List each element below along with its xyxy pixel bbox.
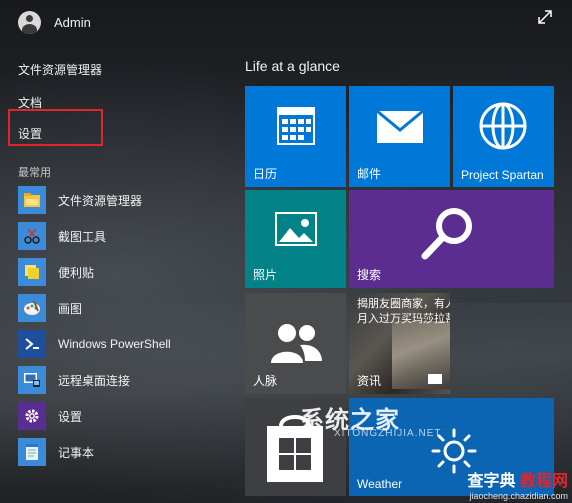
- tile-label: 照片: [253, 268, 278, 282]
- brand-sub: 教程网: [519, 473, 568, 490]
- app-settings[interactable]: 设置: [18, 401, 82, 431]
- app-notepad[interactable]: 记事本: [18, 437, 94, 467]
- app-label: 便利贴: [58, 265, 95, 280]
- tile-label: 邮件: [357, 167, 382, 181]
- brand-url: jiaocheng.chazidian.com: [469, 491, 568, 501]
- notepad-icon: [18, 438, 46, 466]
- expand-icon[interactable]: [536, 8, 554, 26]
- app-label: 远程桌面连接: [58, 373, 131, 388]
- tile-calendar[interactable]: 日历: [245, 86, 346, 187]
- settings-highlight-box: [8, 109, 103, 146]
- app-label: 记事本: [58, 445, 95, 460]
- tile-news[interactable]: 揭朋友圈商家，有人月入过万买玛莎拉蒂 资讯: [349, 293, 450, 394]
- app-label: 画图: [58, 301, 83, 316]
- globe-icon: [479, 102, 527, 150]
- paint-icon: [18, 294, 46, 322]
- most-used-heading: 最常用: [18, 167, 51, 179]
- tile-label: Project Spartan: [461, 168, 544, 182]
- app-label: 截图工具: [58, 229, 107, 244]
- tile-label: 资讯: [357, 374, 382, 388]
- remote-desktop-icon: [18, 366, 46, 394]
- gear-icon: [18, 402, 46, 430]
- tile-photos[interactable]: 照片: [245, 190, 346, 288]
- app-sticky-notes[interactable]: 便利贴: [18, 257, 94, 287]
- tile-label: 人脉: [253, 374, 278, 388]
- snipping-tool-icon: [18, 222, 46, 250]
- brand-watermark: 查字典 教程网 jiaocheng.chazidian.com: [468, 467, 568, 501]
- powershell-icon: [18, 330, 46, 358]
- app-label: Windows PowerShell: [58, 337, 171, 351]
- place-file-explorer[interactable]: 文件资源管理器: [18, 61, 102, 78]
- user-name: Admin: [54, 14, 91, 30]
- user-avatar-icon: [18, 10, 41, 34]
- tile-people[interactable]: 人脉: [245, 293, 346, 394]
- tile-group-title: Life at a glance: [245, 58, 340, 74]
- app-file-explorer[interactable]: 文件资源管理器: [18, 185, 142, 215]
- news-headline: 揭朋友圈商家，有人月入过万买玛莎拉蒂: [357, 298, 450, 325]
- app-remote-desktop[interactable]: 远程桌面连接: [18, 365, 130, 395]
- file-explorer-icon: [18, 186, 46, 214]
- app-snipping-tool[interactable]: 截图工具: [18, 221, 106, 251]
- brand-name: 查字典: [467, 473, 516, 490]
- calendar-icon: [277, 107, 315, 145]
- watermark-subtitle: XITONGZHIJIA.NET: [334, 428, 442, 439]
- photo-icon: [275, 212, 317, 246]
- people-icon: [271, 324, 322, 363]
- sticky-notes-icon: [18, 258, 46, 286]
- tile-project-spartan[interactable]: Project Spartan: [453, 86, 554, 187]
- tile-label: 搜索: [357, 268, 382, 282]
- app-label: 设置: [58, 409, 83, 424]
- tile-search[interactable]: 搜索: [349, 190, 554, 288]
- tile-mail[interactable]: 邮件: [349, 86, 450, 187]
- news-icon: [428, 374, 442, 384]
- app-label: 文件资源管理器: [58, 193, 143, 208]
- user-account[interactable]: Admin: [18, 10, 91, 34]
- app-paint[interactable]: 画图: [18, 293, 82, 323]
- mail-icon: [376, 110, 424, 143]
- app-powershell[interactable]: Windows PowerShell: [18, 329, 171, 359]
- tile-label: 日历: [253, 167, 278, 181]
- tile-label: Weather: [357, 477, 403, 491]
- search-icon: [421, 208, 472, 260]
